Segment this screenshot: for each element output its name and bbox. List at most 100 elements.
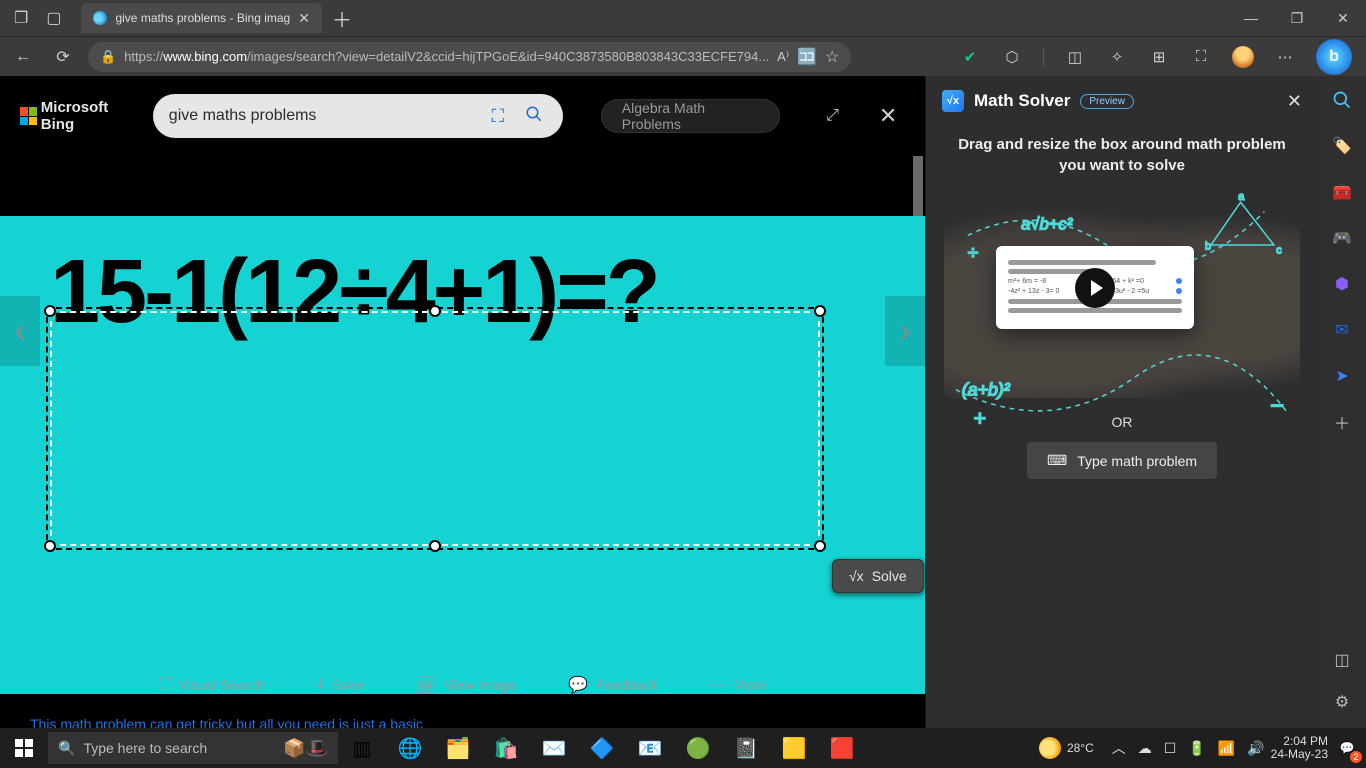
sidebar-outlook-icon[interactable]: ✉︎ (1330, 318, 1354, 342)
split-screen-icon[interactable]: ◫ (1064, 46, 1086, 68)
favorites-hub-icon[interactable]: ✧ (1106, 46, 1128, 68)
edge-right-rail: 🏷️ 🧰 🎮 ⬢ ✉︎ ➤ ＋ ◫ ⚙ (1318, 76, 1366, 728)
instruction-text: Drag and resize the box around math prob… (944, 134, 1300, 176)
browser-tab[interactable]: give maths problems - Bing imag ✕ (81, 3, 321, 33)
stickynotes-app-icon[interactable]: 🟨 (770, 728, 818, 768)
tab-actions-icon[interactable]: ❐ (14, 8, 28, 28)
translate-icon[interactable]: 🈁 (797, 47, 817, 67)
taskbar-search[interactable]: 🔍 Type here to search 📦🎩 (48, 732, 338, 764)
sidebar-hide-icon[interactable]: ◫ (1330, 648, 1354, 672)
math-icon: √x (849, 568, 864, 584)
favorite-icon[interactable]: ☆ (825, 47, 839, 67)
more-icon[interactable]: ⋯ (1274, 46, 1296, 68)
feedback-icon: 💬 (568, 675, 588, 695)
expand-icon[interactable]: ⤢ (816, 98, 850, 134)
sidebar-search-icon[interactable] (1330, 88, 1354, 112)
tray-battery-icon[interactable]: 🔋 (1188, 740, 1205, 757)
separator (1043, 47, 1044, 67)
search-icon: 🔍 (58, 740, 75, 757)
play-icon[interactable] (1075, 268, 1115, 308)
lock-icon: 🔒 (100, 49, 116, 65)
close-overlay-icon[interactable]: ✕ (871, 98, 905, 134)
tutorial-illustration: ÷ a√b+c² a b c (a+b)² + − m²+ 6m = -864 … (944, 188, 1300, 398)
visual-search-icon: ⛶ (159, 676, 170, 694)
notepad-app-icon[interactable]: 📓 (722, 728, 770, 768)
related-pill[interactable]: Algebra Math Problems (601, 99, 780, 133)
weather-temp: 28°C (1067, 741, 1094, 755)
system-clock[interactable]: 2:04 PM 24-May-23 (1271, 735, 1328, 761)
tray-wifi-icon[interactable]: 📶 (1218, 740, 1235, 757)
search-highlight-icon: 📦🎩 (283, 738, 328, 759)
start-button[interactable] (0, 728, 48, 768)
explorer-app-icon[interactable]: 🗂️ (434, 728, 482, 768)
sidebar-games-icon[interactable]: 🎮 (1330, 226, 1354, 250)
screenshot-icon[interactable]: ⛶ (1190, 46, 1212, 68)
tab-title: give maths problems - Bing imag (115, 11, 290, 25)
new-tab-button[interactable]: ＋ (332, 4, 352, 33)
visual-search-icon[interactable]: ⛶ (485, 106, 511, 127)
window-close-button[interactable]: ✕ (1320, 0, 1366, 36)
preview-badge: Preview (1080, 94, 1134, 109)
view-image-button[interactable]: 🖼View image (416, 675, 516, 695)
svg-text:−: − (1270, 393, 1284, 419)
prev-image-arrow[interactable]: ‹ (0, 296, 40, 366)
microsoft-bing-logo[interactable]: Microsoft Bing (20, 99, 139, 133)
bing-logo-text: Microsoft Bing (41, 99, 139, 133)
grammarly-icon[interactable]: ✔︎ (959, 46, 981, 68)
window-minimize-button[interactable]: ― (1228, 0, 1274, 36)
type-math-problem-button[interactable]: ⌨ Type math problem (1027, 442, 1217, 479)
svg-text:c: c (1276, 244, 1282, 256)
tray-meet-icon[interactable]: ☐ (1164, 740, 1177, 757)
tray-volume-icon[interactable]: 🔊 (1247, 740, 1264, 757)
tutorial-card: m²+ 6m = -864 + k² =0 -4z² + 13z - 3= 03… (996, 246, 1194, 329)
task-view-icon[interactable]: ▥ (338, 728, 386, 768)
anydesk-app-icon[interactable]: 🟥 (818, 728, 866, 768)
bing-search-box[interactable]: ⛶ (153, 94, 563, 138)
more-icon: ⋯ (710, 675, 726, 695)
solve-button[interactable]: √x Solve (832, 559, 924, 593)
url-text: https://www.bing.com/images/search?view=… (124, 49, 769, 64)
sidebar-shopping-icon[interactable]: 🏷️ (1330, 134, 1354, 158)
next-image-arrow[interactable]: › (885, 296, 925, 366)
extensions-icon[interactable]: ⬡ (1001, 46, 1023, 68)
image-caption[interactable]: This math problem can get tricky but all… (30, 716, 423, 728)
edge-app-icon[interactable]: 🌐 (386, 728, 434, 768)
more-button[interactable]: ⋯More (710, 675, 766, 695)
sidebar-drop-icon[interactable]: ➤ (1330, 364, 1354, 388)
nav-refresh-button[interactable]: ⟳ (48, 42, 78, 72)
visual-search-button[interactable]: ⛶Visual Search (159, 676, 264, 694)
read-aloud-icon[interactable]: A⁾ (777, 49, 789, 65)
feedback-button[interactable]: 💬Feedback (568, 675, 657, 695)
panel-close-button[interactable]: ✕ (1287, 91, 1302, 112)
weather-widget[interactable]: 28°C (1039, 737, 1094, 759)
workspaces-icon[interactable]: ▢ (46, 8, 61, 28)
collections-icon[interactable]: ⊞ (1148, 46, 1170, 68)
chrome-app-icon[interactable]: 🟢 (674, 728, 722, 768)
window-restore-button[interactable]: ❐ (1274, 0, 1320, 36)
clipchamp-app-icon[interactable]: 🔷 (578, 728, 626, 768)
nav-back-button[interactable]: ← (8, 42, 38, 72)
profile-avatar[interactable] (1232, 46, 1254, 68)
address-bar[interactable]: 🔒 https://www.bing.com/images/search?vie… (88, 42, 851, 72)
tab-close-icon[interactable]: ✕ (298, 10, 310, 27)
search-placeholder: Type here to search (83, 740, 207, 756)
sidebar-office-icon[interactable]: ⬢ (1330, 272, 1354, 296)
outlook-app-icon[interactable]: 📧 (626, 728, 674, 768)
search-icon[interactable] (521, 105, 547, 128)
svg-text:a: a (1238, 191, 1244, 203)
tray-onedrive-icon[interactable]: ☁ (1138, 740, 1152, 757)
search-input[interactable] (169, 107, 475, 125)
action-center-icon[interactable]: 💬2 (1334, 735, 1360, 761)
svg-text:b: b (1205, 241, 1211, 253)
tray-chevron-icon[interactable]: ︿ (1112, 738, 1126, 758)
mail-app-icon[interactable]: ✉️ (530, 728, 578, 768)
store-app-icon[interactable]: 🛍️ (482, 728, 530, 768)
microsoft-logo-icon (20, 107, 37, 125)
save-button[interactable]: ⤓Save (317, 676, 364, 694)
copilot-button[interactable]: b (1316, 39, 1352, 75)
sidebar-add-icon[interactable]: ＋ (1330, 410, 1354, 434)
sidebar-tools-icon[interactable]: 🧰 (1330, 180, 1354, 204)
image-toolbar: ⛶Visual Search ⤓Save 🖼View image 💬Feedba… (0, 664, 925, 706)
sidebar-settings-icon[interactable]: ⚙ (1330, 690, 1354, 714)
weather-icon (1039, 737, 1061, 759)
